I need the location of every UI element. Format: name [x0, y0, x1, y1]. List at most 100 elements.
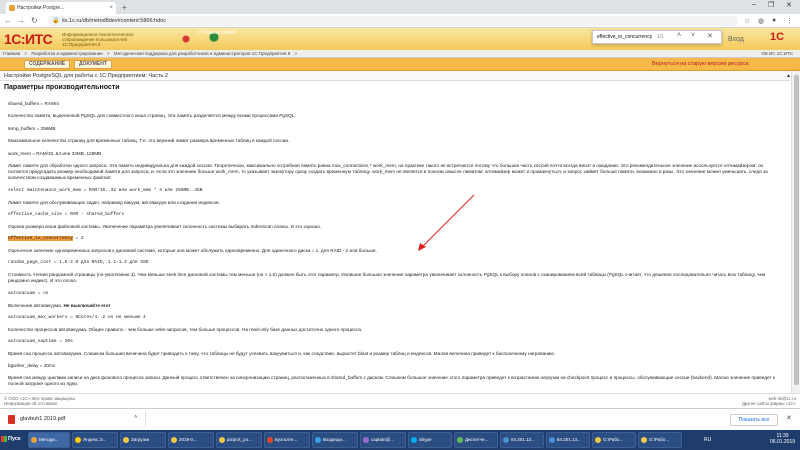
forward-arrow-icon[interactable]: → [17, 16, 25, 25]
pdf-file-icon [8, 415, 15, 424]
about-link[interactable]: ОБ ИС 1С:ИТС [761, 50, 793, 57]
find-close-icon[interactable]: ✕ [707, 32, 713, 40]
1c-logo[interactable]: 1С [770, 31, 784, 43]
windows-taskbar: Пуск Методи... Яндекс.Э... Загрузки 2019… [0, 430, 800, 450]
document-nav: СОДЕРЖАНИЕ ДОКУМЕНТ Вернуться на старую … [0, 58, 800, 71]
clock[interactable]: 11:39 06.01.2019 [770, 433, 795, 445]
chat-icon [363, 437, 369, 443]
code-line: random_page_cost = 1.5-2.0 для RAID, 1.1… [8, 260, 149, 265]
back-to-old-version-link[interactable]: Вернуться на старую версию ресурса [652, 61, 748, 67]
maximize-icon[interactable]: ❐ [768, 1, 774, 9]
address-bar[interactable]: 🔒 its.1c.ru/db/metod8dev#content:5866:hd… [48, 16, 738, 26]
remote-desktop-icon [549, 437, 555, 443]
chevron-up-icon[interactable]: ˄ [134, 415, 138, 421]
browser-tab-strip: Настройки Postgre... × + – ❐ ✕ [0, 0, 800, 14]
footer-link[interactable]: Информация об отставках [4, 401, 57, 406]
url-text: its.1c.ru/db/metod8dev#content:5866:hdoc [62, 18, 166, 24]
taskbar-item-label: pizpick_po... [227, 437, 253, 442]
code-line: autovacuum_max_workers = NCores/4..2 но … [8, 315, 146, 320]
taskbar-item[interactable]: 84.201.13... [500, 432, 544, 448]
param-desc: Оценка размера кеша файловой системы. Ув… [8, 224, 322, 229]
taskbar-item[interactable]: G:\Рабо... [638, 432, 682, 448]
minimize-icon[interactable]: – [752, 1, 756, 8]
scrollbar-thumb[interactable] [794, 75, 799, 385]
find-match-count: 1/1 [657, 34, 664, 40]
param-line: temp_buffers = 256MB [8, 126, 56, 131]
taskbar-item-label: Методи... [39, 437, 59, 442]
param-value: = 2 [72, 236, 84, 241]
breadcrumb-item[interactable]: Разработка и администрирование [31, 51, 102, 56]
taskbar-item[interactable]: Входящи... [312, 432, 358, 448]
taskbar-item[interactable]: Яндекс.Э... [72, 432, 118, 448]
skype-icon [411, 437, 417, 443]
profile-icon[interactable]: ● [772, 17, 776, 24]
browser-tab-active[interactable]: Настройки Postgre... × [6, 2, 116, 14]
browser-toolbar: ← → ↻ 🔒 its.1c.ru/db/metod8dev#content:5… [0, 14, 800, 28]
taskbar-item[interactable]: Методи... [28, 432, 70, 448]
taskbar-item-label: captain@... [371, 437, 394, 442]
taskbar-item-label: Входящи... [323, 437, 346, 442]
folder-icon [595, 437, 601, 443]
logo-subtitle: Информационно-технологическое сопровожде… [62, 32, 134, 47]
site-footer: © ООО «1С», Все права защищены Информаци… [0, 393, 800, 408]
find-input[interactable]: effective_io_concurrency [597, 34, 652, 40]
taskbar-item[interactable]: 2019-0... [168, 432, 214, 448]
taskbar-item[interactable]: Загрузки [120, 432, 166, 448]
taskbar-item[interactable]: Диспетче... [454, 432, 498, 448]
taskbar-item-label: G:\Рабо... [603, 437, 624, 442]
taskbar-item-label: G:\Рабо... [649, 437, 670, 442]
download-item[interactable]: glavbuh1 2019.pdf ˄ [6, 412, 146, 427]
star-icon[interactable]: ☆ [744, 17, 750, 25]
back-arrow-icon[interactable]: ← [4, 16, 12, 25]
start-button[interactable]: Пуск [0, 431, 26, 448]
reload-icon[interactable]: ↻ [31, 16, 38, 25]
other-sites-link[interactable]: Другие сайты фирмы «1С» [742, 401, 796, 406]
find-prev-icon[interactable]: ˄ [677, 32, 681, 39]
scrollbar[interactable] [791, 71, 800, 393]
breadcrumb-item[interactable]: Главная [3, 51, 20, 56]
system-tray: RU 11:39 06.01.2019 [700, 430, 800, 450]
param-desc: Время сна процесса автовакуума. Слишком … [8, 351, 556, 356]
window-close-icon[interactable]: ✕ [786, 1, 792, 9]
param-desc: Лимит памяти для обработки одного запрос… [8, 163, 768, 180]
taskbar-item-label: Яндекс.Э... [83, 437, 107, 442]
taskbar-item[interactable]: pizpick_po... [216, 432, 262, 448]
tab-close-icon[interactable]: × [109, 5, 113, 11]
login-link[interactable]: Вход [728, 36, 744, 43]
expand-icon[interactable]: ▴ [787, 71, 790, 81]
taskbar-item-label: Диспетче... [465, 437, 489, 442]
new-tab-icon[interactable]: + [122, 3, 127, 12]
breadcrumb-separator: > [24, 51, 28, 56]
taskbar-item[interactable]: Бухгалте... [264, 432, 310, 448]
document-content: Параметры производительности shared_buff… [0, 81, 791, 393]
param-line: shared_buffers = RAM/4 [8, 101, 59, 106]
find-in-page-bar: effective_io_concurrency 1/1 ˄ ˅ ✕ [592, 30, 722, 44]
tab-document[interactable]: ДОКУМЕНТ [74, 60, 112, 69]
menu-icon[interactable]: ⋮ [786, 17, 793, 25]
taskbar-item[interactable]: 84.201.13... [546, 432, 590, 448]
breadcrumb: Главная > Разработка и администрирование… [0, 50, 800, 58]
taskbar-item-label: 84.201.13... [557, 437, 581, 442]
find-next-icon[interactable]: ˅ [691, 32, 695, 39]
extension-icon[interactable]: ◍ [758, 17, 764, 25]
param-warning: Не выключайте его! [63, 303, 111, 308]
show-all-downloads-button[interactable]: Показать все [730, 414, 778, 426]
document-title-text: Настройки PostgreSQL для работы с 1С:Пре… [4, 73, 168, 79]
code-line: select maintenance_work_mem = RAM/16..32… [8, 188, 203, 193]
tab-label: Настройки Postgre... [17, 5, 65, 11]
param-line: bgwriter_delay = 20ms [8, 363, 56, 368]
taskbar-item-label: 84.201.13... [511, 437, 535, 442]
its-logo[interactable]: 1С:ИТС [4, 31, 53, 47]
taskbar-item[interactable]: captain@... [360, 432, 406, 448]
param-line-highlighted: effective_io_concurrency = 2 [8, 236, 778, 242]
taskbar-item[interactable]: Skype [408, 432, 452, 448]
taskbar-item[interactable]: G:\Рабо... [592, 432, 636, 448]
breadcrumb-item[interactable]: Методическая поддержка для разработчиков… [114, 51, 290, 56]
download-bar-close-icon[interactable]: ✕ [786, 414, 792, 422]
language-indicator[interactable]: RU [704, 437, 711, 443]
param-desc: Оценочное значение одновременных запросо… [8, 248, 377, 253]
folder-icon [171, 437, 177, 443]
taskbar-item-label: Загрузки [131, 437, 150, 442]
tab-contents[interactable]: СОДЕРЖАНИЕ [24, 60, 71, 69]
param-desc: Количество процессов автовакуума. Общее … [8, 327, 363, 332]
